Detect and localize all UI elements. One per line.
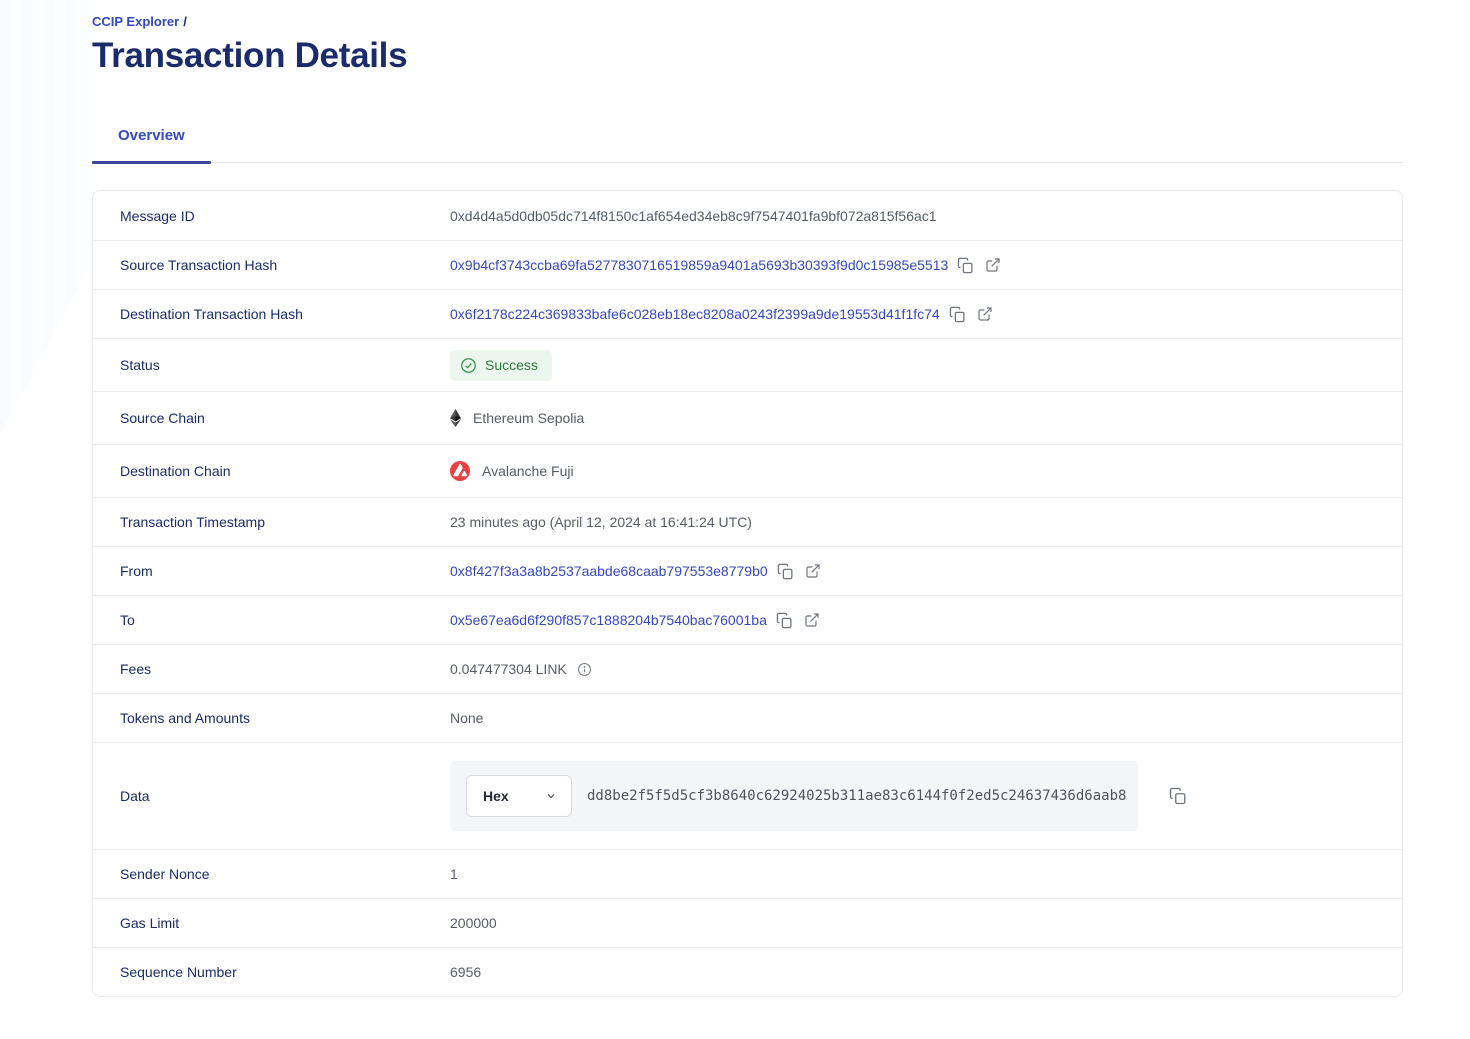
page-title: Transaction Details <box>92 35 1403 77</box>
row-label: Status <box>93 357 450 373</box>
table-row-status: Status Success <box>93 338 1402 391</box>
table-row-from: From 0x8f427f3a3a8b2537aabde68caab797553… <box>93 546 1402 595</box>
table-row-gas-limit: Gas Limit 200000 <box>93 898 1402 947</box>
row-label: Tokens and Amounts <box>93 710 450 726</box>
data-hex-box: Hex dd8be2f5f5d5cf3b8640c62924025b311ae8… <box>450 761 1138 831</box>
breadcrumb-ccip-explorer-link[interactable]: CCIP Explorer <box>92 14 179 29</box>
row-label: Sender Nonce <box>93 866 450 882</box>
message-id-value: 0xd4d4a5d0db05dc714f8150c1af654ed34eb8c9… <box>450 208 937 224</box>
row-label: Destination Transaction Hash <box>93 306 450 322</box>
copy-icon[interactable] <box>775 561 796 582</box>
table-row-dest-tx-hash: Destination Transaction Hash 0x6f2178c22… <box>93 289 1402 338</box>
avalanche-icon <box>450 461 470 481</box>
data-hex-value: dd8be2f5f5d5cf3b8640c62924025b311ae83c61… <box>587 788 1126 804</box>
table-row-sender-nonce: Sender Nonce 1 <box>93 849 1402 898</box>
external-link-icon[interactable] <box>803 561 823 581</box>
ethereum-icon <box>450 409 461 427</box>
left-decor-gradient <box>0 0 88 435</box>
row-label: Source Transaction Hash <box>93 257 450 273</box>
dest-chain: Avalanche Fuji <box>450 461 574 481</box>
breadcrumb: CCIP Explorer / <box>92 0 1403 29</box>
gas-limit-value: 200000 <box>450 915 497 931</box>
dest-tx-hash-link[interactable]: 0x6f2178c224c369833bafe6c028eb18ec8208a0… <box>450 306 940 322</box>
transaction-details-card: Message ID 0xd4d4a5d0db05dc714f8150c1af6… <box>92 190 1403 997</box>
tab-overview[interactable]: Overview <box>92 117 211 162</box>
to-address-link[interactable]: 0x5e67ea6d6f290f857c1888204b7540bac76001… <box>450 612 767 628</box>
copy-icon[interactable] <box>1167 785 1189 807</box>
table-row-data: Data Hex dd8be2f5f5d5cf3b8640c62924025b3… <box>93 742 1402 849</box>
source-tx-hash-link[interactable]: 0x9b4cf3743ccba69fa5277830716519859a9401… <box>450 257 948 273</box>
source-chain-name: Ethereum Sepolia <box>473 410 584 426</box>
table-row-tokens: Tokens and Amounts None <box>93 693 1402 742</box>
row-label: From <box>93 563 450 579</box>
sequence-number-value: 6956 <box>450 964 481 980</box>
row-label: Gas Limit <box>93 915 450 931</box>
copy-icon[interactable] <box>774 610 795 631</box>
table-row-source-chain: Source Chain Ethereum Sepolia <box>93 391 1402 444</box>
chevron-down-icon <box>545 790 557 802</box>
table-row-message-id: Message ID 0xd4d4a5d0db05dc714f8150c1af6… <box>93 191 1402 240</box>
data-format-select[interactable]: Hex <box>466 775 572 817</box>
table-row-fees: Fees 0.047477304 LINK <box>93 644 1402 693</box>
row-label: To <box>93 612 450 628</box>
row-label: Destination Chain <box>93 463 450 479</box>
source-chain: Ethereum Sepolia <box>450 409 584 427</box>
transaction-details-page: CCIP Explorer / Transaction Details Overv… <box>92 0 1403 997</box>
tab-bar: Overview <box>92 117 1403 163</box>
external-link-icon[interactable] <box>975 304 995 324</box>
data-format-selected: Hex <box>483 788 509 804</box>
table-row-source-tx-hash: Source Transaction Hash 0x9b4cf3743ccba6… <box>93 240 1402 289</box>
row-label: Message ID <box>93 208 450 224</box>
table-row-dest-chain: Destination Chain Avalanche Fuji <box>93 444 1402 497</box>
sender-nonce-value: 1 <box>450 866 458 882</box>
copy-icon[interactable] <box>947 304 968 325</box>
status-text: Success <box>485 357 538 373</box>
external-link-icon[interactable] <box>802 610 822 630</box>
fees-value: 0.047477304 LINK <box>450 661 567 677</box>
check-circle-icon <box>460 357 477 374</box>
copy-icon[interactable] <box>955 255 976 276</box>
table-row-timestamp: Transaction Timestamp 23 minutes ago (Ap… <box>93 497 1402 546</box>
tokens-value: None <box>450 710 483 726</box>
table-row-to: To 0x5e67ea6d6f290f857c1888204b7540bac76… <box>93 595 1402 644</box>
table-row-sequence-number: Sequence Number 6956 <box>93 947 1402 996</box>
status-badge: Success <box>450 350 552 381</box>
row-label: Sequence Number <box>93 964 450 980</box>
row-label: Transaction Timestamp <box>93 514 450 530</box>
row-label: Source Chain <box>93 410 450 426</box>
row-label: Fees <box>93 661 450 677</box>
info-icon[interactable] <box>577 662 592 677</box>
dest-chain-name: Avalanche Fuji <box>482 463 574 479</box>
breadcrumb-separator: / <box>183 14 187 29</box>
row-label: Data <box>93 788 450 804</box>
timestamp-value: 23 minutes ago (April 12, 2024 at 16:41:… <box>450 514 752 530</box>
from-address-link[interactable]: 0x8f427f3a3a8b2537aabde68caab797553e8779… <box>450 563 768 579</box>
external-link-icon[interactable] <box>983 255 1003 275</box>
